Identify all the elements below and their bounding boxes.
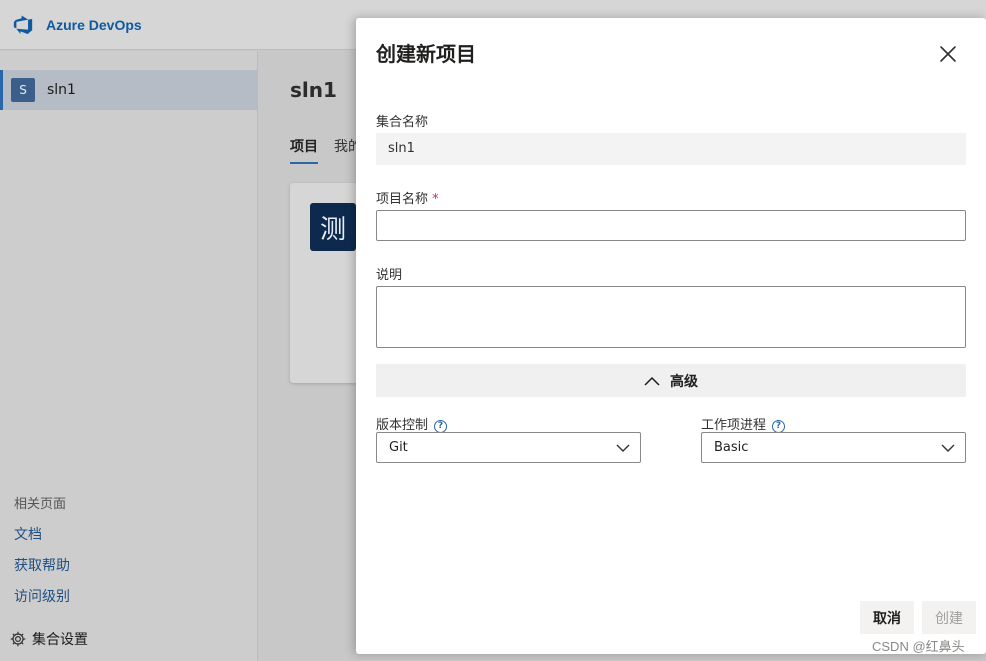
- version-control-dropdown[interactable]: Git: [376, 432, 641, 463]
- sidebar-item-sln1[interactable]: S sln1: [0, 70, 258, 110]
- collection-settings-label: 集合设置: [32, 632, 88, 648]
- description-input[interactable]: [376, 286, 966, 348]
- close-icon[interactable]: [936, 42, 960, 66]
- description-label: 说明: [376, 268, 403, 283]
- get-help-link[interactable]: 获取帮助: [14, 555, 70, 575]
- create-project-dialog: 创建新项目 集合名称 sln1 项目名称 * 说明 高级 版本控制? Git 工…: [356, 18, 986, 654]
- gear-icon: [10, 631, 26, 647]
- page-title: sln1: [290, 78, 337, 102]
- watermark: CSDN @红鼻头: [872, 639, 965, 654]
- sidebar: S sln1 相关页面 文档 获取帮助 访问级别 集合设置: [0, 51, 258, 661]
- advanced-label: 高级: [670, 373, 698, 390]
- project-name-label-text: 项目名称: [376, 192, 429, 207]
- work-item-process-label: 工作项进程?: [701, 414, 786, 433]
- create-button[interactable]: 创建: [922, 601, 976, 634]
- chevron-down-icon: [616, 444, 630, 452]
- collection-settings-button[interactable]: 集合设置: [10, 629, 88, 649]
- collection-avatar: S: [11, 78, 35, 102]
- work-item-process-value: Basic: [714, 440, 749, 455]
- version-control-value: Git: [389, 440, 408, 455]
- azure-devops-logo-icon[interactable]: [12, 14, 34, 36]
- chevron-down-icon: [941, 444, 955, 452]
- project-tile: 测: [310, 203, 356, 251]
- docs-link[interactable]: 文档: [14, 524, 70, 544]
- work-item-process-label-text: 工作项进程: [701, 418, 767, 433]
- project-name-input[interactable]: [376, 210, 966, 241]
- cancel-button[interactable]: 取消: [860, 601, 914, 634]
- access-levels-link[interactable]: 访问级别: [14, 586, 70, 606]
- advanced-toggle[interactable]: 高级: [376, 364, 966, 397]
- collection-name-field: sln1: [376, 133, 966, 165]
- tab-projects[interactable]: 项目: [290, 136, 318, 164]
- work-item-process-dropdown[interactable]: Basic: [701, 432, 966, 463]
- version-control-label-text: 版本控制: [376, 418, 429, 433]
- dialog-title: 创建新项目: [376, 42, 476, 66]
- chevron-up-icon: [644, 376, 660, 386]
- brand-name[interactable]: Azure DevOps: [46, 17, 142, 33]
- tab-my[interactable]: 我的: [334, 136, 356, 156]
- related-pages-title: 相关页面: [14, 497, 67, 512]
- project-name-label: 项目名称 *: [376, 188, 439, 207]
- related-pages: 相关页面 文档 获取帮助 访问级别: [14, 493, 70, 617]
- required-mark: *: [432, 192, 439, 207]
- sidebar-item-label: sln1: [47, 82, 76, 98]
- version-control-label: 版本控制?: [376, 414, 448, 433]
- collection-name-label: 集合名称: [376, 115, 429, 130]
